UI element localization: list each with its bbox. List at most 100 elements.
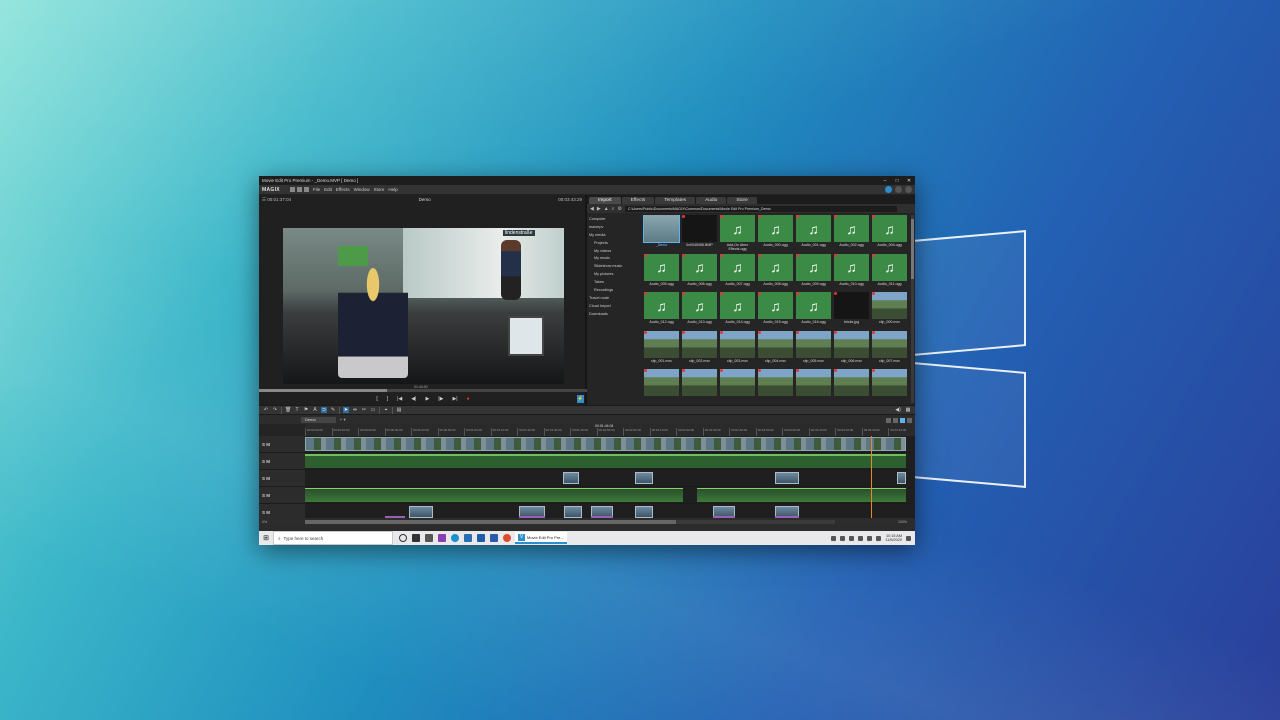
tree-item[interactable]: Travel route (589, 295, 640, 303)
media-file[interactable]: ♫ Audio_013.ogg (682, 292, 718, 331)
track-header[interactable]: S M (259, 470, 305, 486)
start-button[interactable]: ⊞ (259, 534, 273, 542)
timeline-clip[interactable] (564, 506, 582, 518)
edge-icon[interactable] (451, 534, 459, 542)
tab-audio[interactable]: Audio (696, 197, 727, 204)
up-icon[interactable]: ▲ (604, 206, 609, 212)
redo-icon[interactable]: ↷ (272, 407, 278, 413)
path-field[interactable]: C:\Users\Public\Documents\MAGIX\Common\D… (624, 205, 897, 212)
timeline-tab[interactable]: Demo (301, 417, 336, 423)
tree-item[interactable]: My music (589, 255, 640, 263)
multicam-view-icon[interactable] (907, 417, 912, 423)
media-file[interactable]: ♫ Audio_002.ogg (834, 215, 870, 254)
media-file[interactable] (682, 369, 718, 405)
taskbar-app-movie-edit[interactable]: V Movie Edit Pro Pre... (515, 532, 567, 544)
volume-icon[interactable]: ◀) (895, 407, 901, 413)
media-file[interactable]: clip_006.mxv (834, 330, 870, 370)
text-tool-icon[interactable]: A (312, 407, 318, 413)
media-file[interactable] (796, 369, 832, 405)
media-file[interactable]: ♫ Audio_010.ogg (834, 253, 870, 293)
export-icon[interactable] (905, 186, 912, 193)
media-file[interactable]: bricks.jpg (834, 292, 870, 331)
media-file[interactable]: ♫ Audio_012.ogg (644, 292, 680, 331)
timeline-clip[interactable] (305, 437, 906, 451)
timeline-clip[interactable] (635, 472, 653, 484)
save-project-icon[interactable] (303, 187, 309, 192)
media-file[interactable]: ♫ Audio_005.ogg (644, 253, 680, 293)
marker-icon[interactable]: ⚑ (303, 407, 309, 413)
lightning-icon[interactable]: ⚡ (577, 395, 584, 403)
timeline-clip[interactable] (775, 472, 799, 484)
delete-icon[interactable]: 🗑 (285, 407, 291, 413)
to-start-button[interactable]: |◀ (397, 396, 402, 402)
minimize-button[interactable]: – (879, 178, 891, 184)
timeline-clip[interactable] (635, 506, 653, 518)
media-file[interactable] (758, 369, 794, 405)
media-file[interactable]: ♫ Audio_006.ogg (682, 253, 718, 293)
track-solo-mute[interactable]: S M (262, 493, 270, 498)
media-file[interactable]: ♫ Audio_001.ogg (796, 215, 832, 254)
media-file[interactable]: ♫ Audio_011.ogg (872, 253, 908, 293)
track-header[interactable]: S M (259, 453, 305, 469)
tree-item[interactable]: My pictures (589, 271, 640, 279)
pointer-icon[interactable]: ➤ (343, 407, 349, 413)
media-file[interactable]: ♫ Audio_007.ogg (720, 253, 756, 293)
media-file[interactable] (644, 369, 680, 405)
network-icon[interactable] (867, 535, 873, 541)
to-end-button[interactable]: ▶| (452, 396, 457, 402)
close-button[interactable]: ✕ (903, 178, 915, 184)
store-icon[interactable] (425, 534, 433, 542)
timeline-clip[interactable] (563, 472, 579, 484)
title-icon[interactable]: T (294, 407, 300, 413)
tree-item[interactable]: Cloud Import (589, 303, 640, 311)
time-ruler[interactable]: 00:01:44:04 00:00:00:00 00:00:10:00 00:00:… (305, 424, 915, 436)
gear-icon[interactable]: ⚙ (617, 206, 621, 212)
tray-icon[interactable] (849, 535, 855, 541)
task-view-icon[interactable] (412, 534, 420, 542)
track-solo-mute[interactable]: S M (262, 459, 270, 464)
settings-icon[interactable] (895, 186, 902, 193)
tree-item[interactable]: Projects (589, 240, 640, 248)
media-file[interactable]: ♫ Add-On Atmo Effects.ogg (720, 215, 756, 254)
scene-view-icon[interactable] (893, 417, 898, 423)
playhead[interactable] (871, 436, 872, 518)
tab-templates[interactable]: Templates (655, 197, 696, 204)
outlook-icon[interactable] (477, 534, 485, 542)
chrome-icon[interactable] (503, 534, 511, 542)
track-header[interactable]: S M (259, 436, 305, 452)
volume-icon[interactable] (876, 535, 882, 541)
link-icon[interactable]: ⊃ (321, 407, 327, 413)
tree-item[interactable]: Slideshow music (589, 263, 640, 271)
media-file[interactable]: clip_005.mxv (796, 330, 832, 370)
media-file[interactable]: clip_003.mxv (720, 330, 756, 370)
undo-icon[interactable]: ↶ (263, 407, 269, 413)
media-file[interactable] (834, 369, 870, 405)
menu-effects[interactable]: Effects (336, 187, 350, 192)
media-file[interactable]: clip_001.mxv (644, 330, 680, 370)
menu-window[interactable]: Window (354, 187, 370, 192)
tree-item[interactable]: maxmpv (589, 224, 640, 232)
cloud-icon[interactable] (885, 186, 892, 193)
forward-icon[interactable]: ▶ (597, 206, 601, 212)
tray-icon[interactable] (831, 535, 837, 541)
track-solo-mute[interactable]: S M (262, 510, 270, 515)
mark-in-button[interactable]: [ (376, 396, 377, 402)
tree-item[interactable]: Takes (589, 279, 640, 287)
back-icon[interactable]: ◀ (590, 206, 594, 212)
split-icon[interactable]: ⇹ (352, 407, 358, 413)
menu-file[interactable]: File (313, 187, 320, 192)
timeline-scrollbar[interactable] (305, 519, 835, 524)
trash-icon[interactable]: ▦ (905, 407, 911, 413)
range-icon[interactable]: ▭ (370, 407, 376, 413)
media-file[interactable]: clip_002.mxv (682, 330, 718, 370)
media-file[interactable]: ♫ Audio_008.ogg (758, 253, 794, 293)
media-file[interactable]: clip_004.mxv (758, 330, 794, 370)
media-file[interactable] (872, 369, 908, 405)
snap-icon[interactable]: ⌖ (383, 407, 389, 413)
menu-store[interactable]: Store (374, 187, 385, 192)
add-tab-icon[interactable]: + ▾ (340, 417, 346, 423)
tab-import[interactable]: Import (589, 197, 621, 204)
tree-item[interactable]: My videos (589, 248, 640, 256)
pen-icon[interactable]: ✎ (330, 407, 336, 413)
timeline-clip[interactable] (305, 454, 906, 468)
